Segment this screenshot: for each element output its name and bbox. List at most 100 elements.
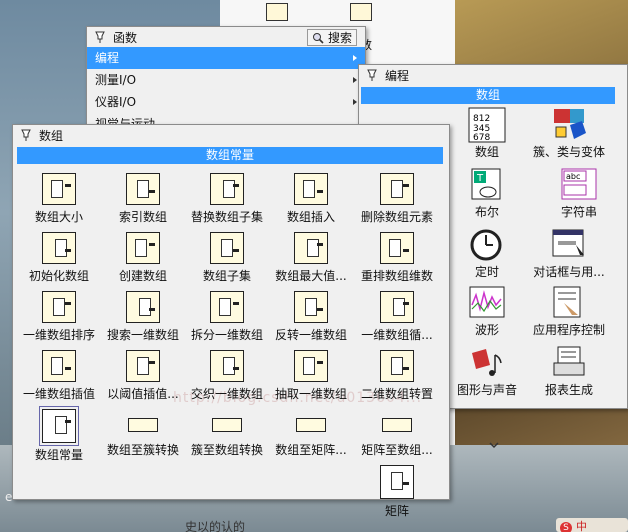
matrix-icon <box>380 465 414 499</box>
palette-item-matrix-to-array[interactable]: 矩阵至数组... <box>355 409 439 458</box>
graphics-sound-icon <box>472 349 502 376</box>
palette-item-timing[interactable]: 定时 <box>447 227 527 280</box>
pin-icon[interactable] <box>365 68 379 82</box>
palette-item-build-array[interactable]: 创建数组 <box>101 232 185 284</box>
diagram-node-icon <box>266 3 288 21</box>
programming-section-header: 数组 <box>361 87 615 104</box>
ime-logo-icon: S <box>560 522 572 532</box>
chevron-right-icon <box>353 77 357 83</box>
palette-item-label: 重排数组维数 <box>360 269 433 283</box>
initialize-array-icon <box>42 232 76 264</box>
palette-item-array-constant[interactable]: 数组常量 <box>17 406 101 463</box>
app-control-icon <box>553 286 581 318</box>
palette-item-label: 一维数组插值 <box>22 387 95 401</box>
array-palette-titlebar[interactable]: 数组 <box>13 125 449 145</box>
palette-item-sort-1d-array[interactable]: 一维数组排序 <box>17 291 101 343</box>
menu-item-measurement-io[interactable]: 测量I/O <box>87 69 365 91</box>
palette-item-rotate-1d-array[interactable]: 一维数组循... <box>355 291 439 343</box>
string-icon: abc <box>561 168 597 200</box>
palette-item-label: 初始化数组 <box>28 269 89 283</box>
waveform-icon <box>469 286 505 318</box>
palette-item-reverse-1d-array[interactable]: 反转一维数组 <box>269 291 353 343</box>
functions-palette-title: 函数 <box>113 30 138 45</box>
palette-item-array-to-cluster[interactable]: 数组至簇转换 <box>101 409 185 458</box>
palette-item-boolean[interactable]: T 布尔 <box>447 167 527 220</box>
programming-palette-title: 编程 <box>385 68 410 83</box>
palette-item-label: 数组至簇转换 <box>106 443 179 457</box>
palette-item-array-to-matrix[interactable]: 数组至矩阵... <box>269 409 353 458</box>
palette-item-label: 数组至矩阵... <box>275 443 347 457</box>
palette-item-label: 数组子集 <box>202 269 251 283</box>
svg-text:812: 812 <box>473 114 490 124</box>
svg-text:abc: abc <box>566 172 580 181</box>
palette-item-reshape-array[interactable]: 重排数组维数 <box>355 232 439 284</box>
palette-item-interleave-1d-arrays[interactable]: 交织一维数组 <box>185 350 269 402</box>
palette-item-label: 替换数组子集 <box>190 210 263 224</box>
palette-item-replace-array-subset[interactable]: 替换数组子集 <box>185 173 269 225</box>
palette-item-report-generation[interactable]: 报表生成 <box>529 345 609 398</box>
palette-item-interpolate-1d-array[interactable]: 一维数组插值 <box>17 350 101 402</box>
palette-item-label: 创建数组 <box>118 269 167 283</box>
palette-item-string[interactable]: abc 字符串 <box>539 167 619 220</box>
svg-text:T: T <box>476 173 484 184</box>
boolean-icon: T <box>471 168 501 200</box>
palette-item-label: 以阈值插值... <box>107 387 179 401</box>
chevron-down-icon[interactable] <box>489 441 499 449</box>
palette-item-graphics-sound[interactable]: 图形与声音 <box>447 345 527 398</box>
sort-1d-array-icon <box>42 291 76 323</box>
palette-item-delete-from-array[interactable]: 删除数组元素 <box>355 173 439 225</box>
palette-item-label: 矩阵至数组... <box>361 443 433 457</box>
interpolate-1d-array-icon <box>42 350 76 382</box>
palette-item-label: 一维数组排序 <box>22 328 95 342</box>
array-max-min-icon <box>294 232 328 264</box>
threshold-1d-array-icon <box>126 350 160 382</box>
timing-icon <box>470 229 502 261</box>
palette-item-initialize-array[interactable]: 初始化数组 <box>17 232 101 284</box>
palette-item-label: 矩阵 <box>384 504 409 518</box>
search-button[interactable]: 搜索 <box>306 29 357 46</box>
palette-item-label: 删除数组元素 <box>360 210 433 224</box>
ime-badge[interactable]: S中 <box>556 518 628 532</box>
chevron-right-icon <box>353 55 357 61</box>
palette-item-app-control[interactable]: 应用程序控制 <box>529 285 609 338</box>
palette-item-label: 数组常量 <box>34 448 83 462</box>
report-generation-icon <box>553 346 585 376</box>
svg-text:678: 678 <box>473 133 490 143</box>
insert-into-array-icon <box>294 173 328 205</box>
pin-icon[interactable] <box>93 30 107 44</box>
palette-item-array[interactable]: 812 345 678 数组 <box>447 107 527 160</box>
palette-item-array-subset[interactable]: 数组子集 <box>185 232 269 284</box>
array-palette: 数组 数组常量 http://blog.csdn.net/u013604... … <box>12 124 450 518</box>
functions-palette: 函数 搜索 编程 测量I/O 仪器I/O 视觉与运动 <box>86 26 366 134</box>
palette-item-label: 搜索一维数组 <box>106 328 179 342</box>
palette-item-label: 交织一维数组 <box>190 387 263 401</box>
palette-item-dialog-ui[interactable]: 对话框与用... <box>529 227 609 280</box>
programming-palette-titlebar[interactable]: 编程 <box>359 65 627 85</box>
palette-item-cluster-to-array[interactable]: 簇至数组转换 <box>185 409 269 458</box>
palette-item-search-1d-array[interactable]: 搜索一维数组 <box>101 291 185 343</box>
reverse-1d-array-icon <box>294 291 328 323</box>
palette-item-label: 抽取一维数组 <box>274 387 347 401</box>
split-1d-array-icon <box>210 291 244 323</box>
transpose-2d-array-icon <box>380 350 414 382</box>
menu-item-instrument-io[interactable]: 仪器I/O <box>87 91 365 113</box>
array-to-cluster-icon <box>128 418 158 432</box>
matrix-to-array-icon <box>382 418 412 432</box>
palette-item-decimate-1d-array[interactable]: 抽取一维数组 <box>269 350 353 402</box>
palette-item-array-max-min[interactable]: 数组最大值... <box>269 232 353 284</box>
palette-item-matrix[interactable]: 矩阵 <box>355 465 439 519</box>
array-constant-icon <box>39 406 79 446</box>
cluster-to-array-icon <box>212 418 242 432</box>
palette-item-cluster-class-variant[interactable]: 簇、类与变体 <box>529 107 609 160</box>
palette-item-transpose-2d-array[interactable]: 二维数组转置 <box>355 350 439 402</box>
palette-item-array-size[interactable]: 数组大小 <box>17 173 101 225</box>
interleave-1d-arrays-icon <box>210 350 244 382</box>
menu-item-programming[interactable]: 编程 <box>87 47 365 69</box>
palette-item-waveform[interactable]: 波形 <box>447 285 527 338</box>
palette-item-index-array[interactable]: 索引数组 <box>101 173 185 225</box>
palette-item-split-1d-array[interactable]: 拆分一维数组 <box>185 291 269 343</box>
palette-item-threshold-1d-array[interactable]: 以阈值插值... <box>101 350 185 402</box>
pin-icon[interactable] <box>19 128 33 142</box>
palette-item-label: 簇至数组转换 <box>190 443 263 457</box>
palette-item-insert-into-array[interactable]: 数组插入 <box>269 173 353 225</box>
